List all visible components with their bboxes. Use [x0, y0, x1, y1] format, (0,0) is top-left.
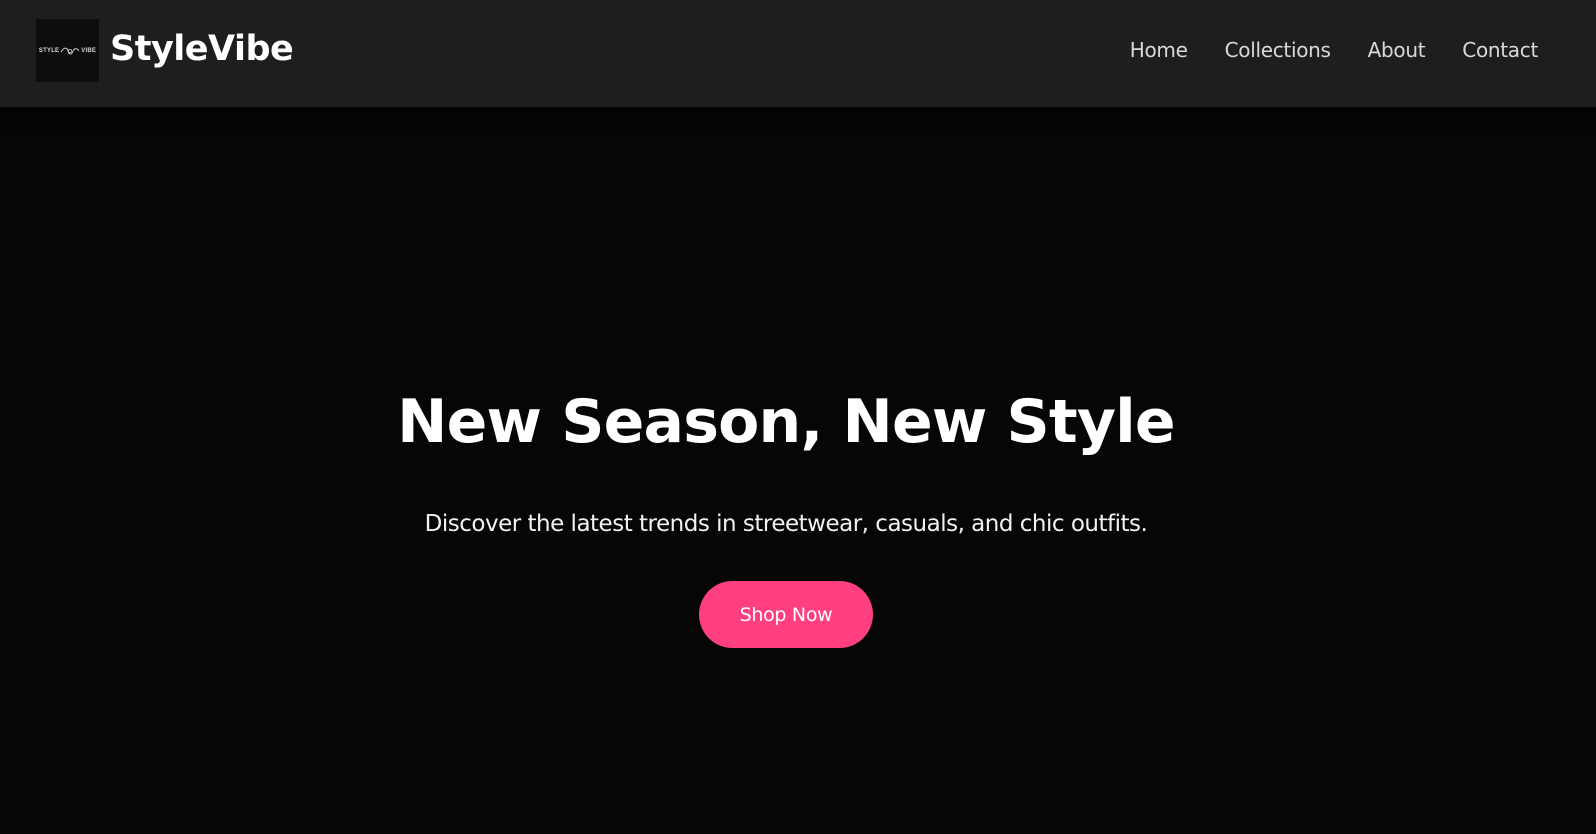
- nav-link-about[interactable]: About: [1368, 36, 1426, 64]
- logo-wordmark: STYLE VIBE: [39, 46, 96, 56]
- hero-section: New Season, New Style Discover the lates…: [0, 107, 1596, 834]
- logo-swirl-icon: [60, 47, 80, 54]
- hero-subtitle: Discover the latest trends in streetwear…: [424, 511, 1148, 537]
- logo-text-right: VIBE: [81, 47, 97, 54]
- navbar: STYLE VIBE StyleVibe Home Collections Ab…: [0, 0, 1596, 107]
- nav-link-collections[interactable]: Collections: [1225, 36, 1331, 64]
- hero-title: New Season, New Style: [397, 387, 1175, 457]
- main-nav: Home Collections About Contact: [1130, 36, 1539, 64]
- logo[interactable]: STYLE VIBE: [36, 19, 99, 82]
- nav-link-home[interactable]: Home: [1130, 36, 1188, 64]
- logo-text-left: STYLE: [38, 47, 60, 54]
- nav-link-contact[interactable]: Contact: [1462, 36, 1538, 64]
- brand-name[interactable]: StyleVibe: [110, 25, 294, 73]
- shop-now-button[interactable]: Shop Now: [699, 581, 873, 648]
